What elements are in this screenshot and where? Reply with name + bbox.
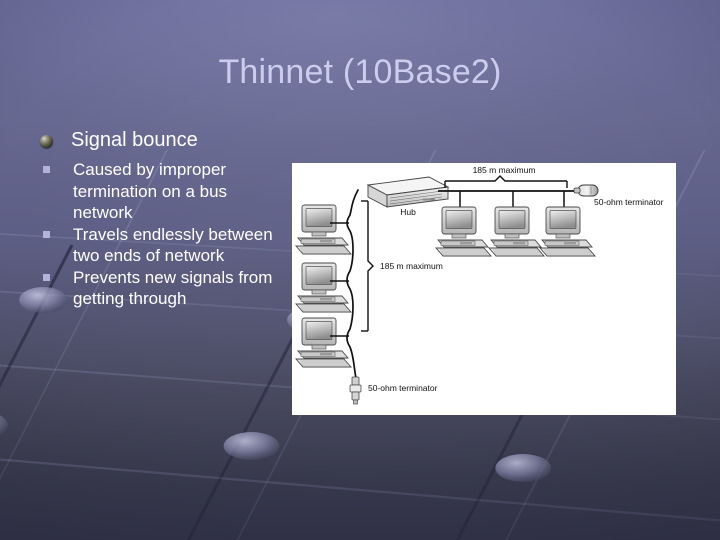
- horizontal-span-label: 185 m maximum: [473, 165, 536, 175]
- square-bullet-icon: [43, 166, 50, 173]
- list-item: Travels endlessly between two ends of ne…: [38, 224, 288, 267]
- bullet-text: Prevents new signals from getting throug…: [73, 267, 273, 309]
- network-diagram-image: Hub 50-ohm terminator 185 m maximum 185 …: [292, 163, 676, 415]
- sphere-bullet-icon: [40, 135, 53, 148]
- list-item: Prevents new signals from getting throug…: [38, 267, 288, 310]
- bullet-text: Caused by improper termination on a bus …: [73, 160, 228, 222]
- terminator-bottom-label: 50-ohm terminator: [368, 383, 438, 393]
- bullet-list: Signal bounce Caused by improper termina…: [38, 128, 288, 310]
- slide: Thinnet (10Base2) Signal bounce Caused b…: [0, 0, 720, 540]
- list-item: Caused by improper termination on a bus …: [38, 159, 288, 224]
- square-bullet-icon: [43, 230, 50, 238]
- bullet-text: Travels endlessly between two ends of ne…: [73, 224, 273, 266]
- list-item: Signal bounce: [38, 128, 288, 153]
- bullet-text: Signal bounce: [71, 129, 198, 151]
- page-title: Thinnet (10Base2): [218, 53, 502, 91]
- square-bullet-icon: [43, 273, 50, 281]
- hub-label: Hub: [400, 207, 416, 217]
- vertical-span-label: 185 m maximum: [380, 261, 443, 271]
- terminator-right-label: 50-ohm terminator: [594, 197, 664, 207]
